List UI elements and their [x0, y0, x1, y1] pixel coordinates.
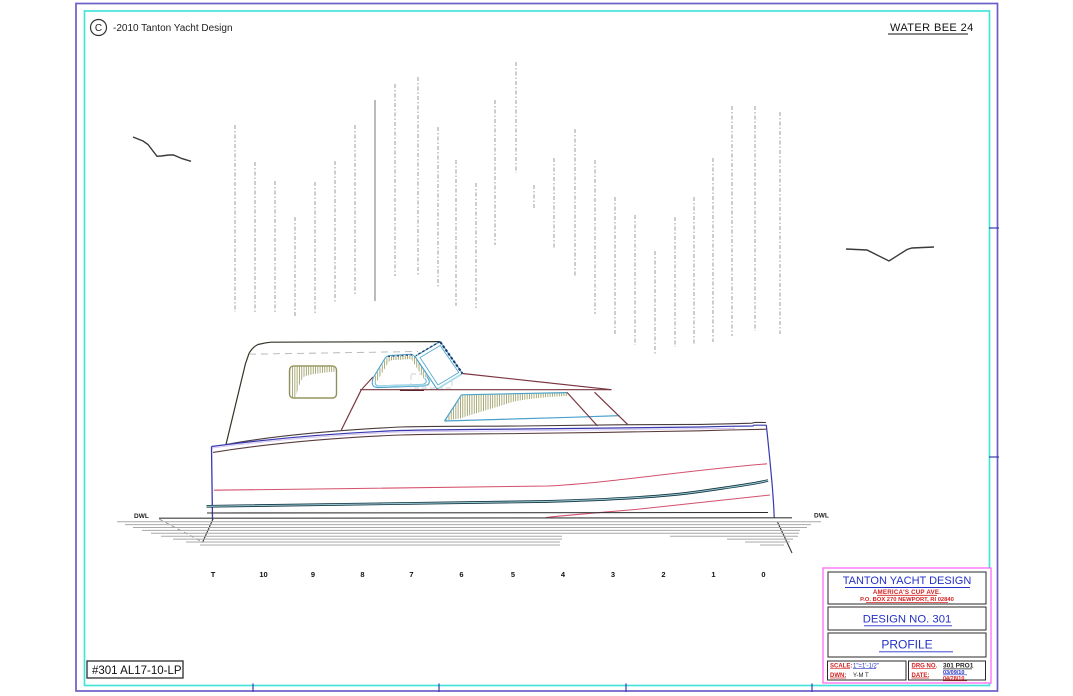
svg-text:DWL: DWL [814, 513, 829, 520]
svg-text:0: 0 [761, 570, 765, 579]
svg-text:9: 9 [311, 570, 315, 579]
svg-text:AMERICA'S CUP AVE.: AMERICA'S CUP AVE. [873, 589, 941, 596]
svg-text:1: 1 [711, 570, 715, 579]
svg-text:T: T [211, 570, 216, 579]
svg-text:Y-M T: Y-M T [853, 673, 869, 679]
svg-text:6: 6 [459, 570, 463, 579]
svg-text:5: 5 [511, 570, 515, 579]
svg-text:7: 7 [409, 570, 413, 579]
svg-text:DWL: DWL [134, 513, 149, 520]
svg-text:#301 AL17-10-LP: #301 AL17-10-LP [92, 665, 182, 677]
svg-text:C: C [95, 23, 102, 34]
svg-text:10: 10 [259, 570, 267, 579]
svg-text:-2010 Tanton Yacht Design: -2010 Tanton Yacht Design [113, 23, 233, 34]
svg-text:WATER BEE 24: WATER BEE 24 [890, 22, 974, 34]
svg-text:8: 8 [360, 570, 364, 579]
svg-text:DESIGN NO. 301: DESIGN NO. 301 [863, 614, 952, 626]
svg-text:2: 2 [661, 570, 665, 579]
svg-text:TANTON YACHT DESIGN: TANTON YACHT DESIGN [843, 575, 972, 587]
svg-text:301 PRO1: 301 PRO1 [943, 663, 974, 670]
svg-text:3: 3 [611, 570, 615, 579]
svg-text:PROFILE: PROFILE [881, 638, 932, 652]
